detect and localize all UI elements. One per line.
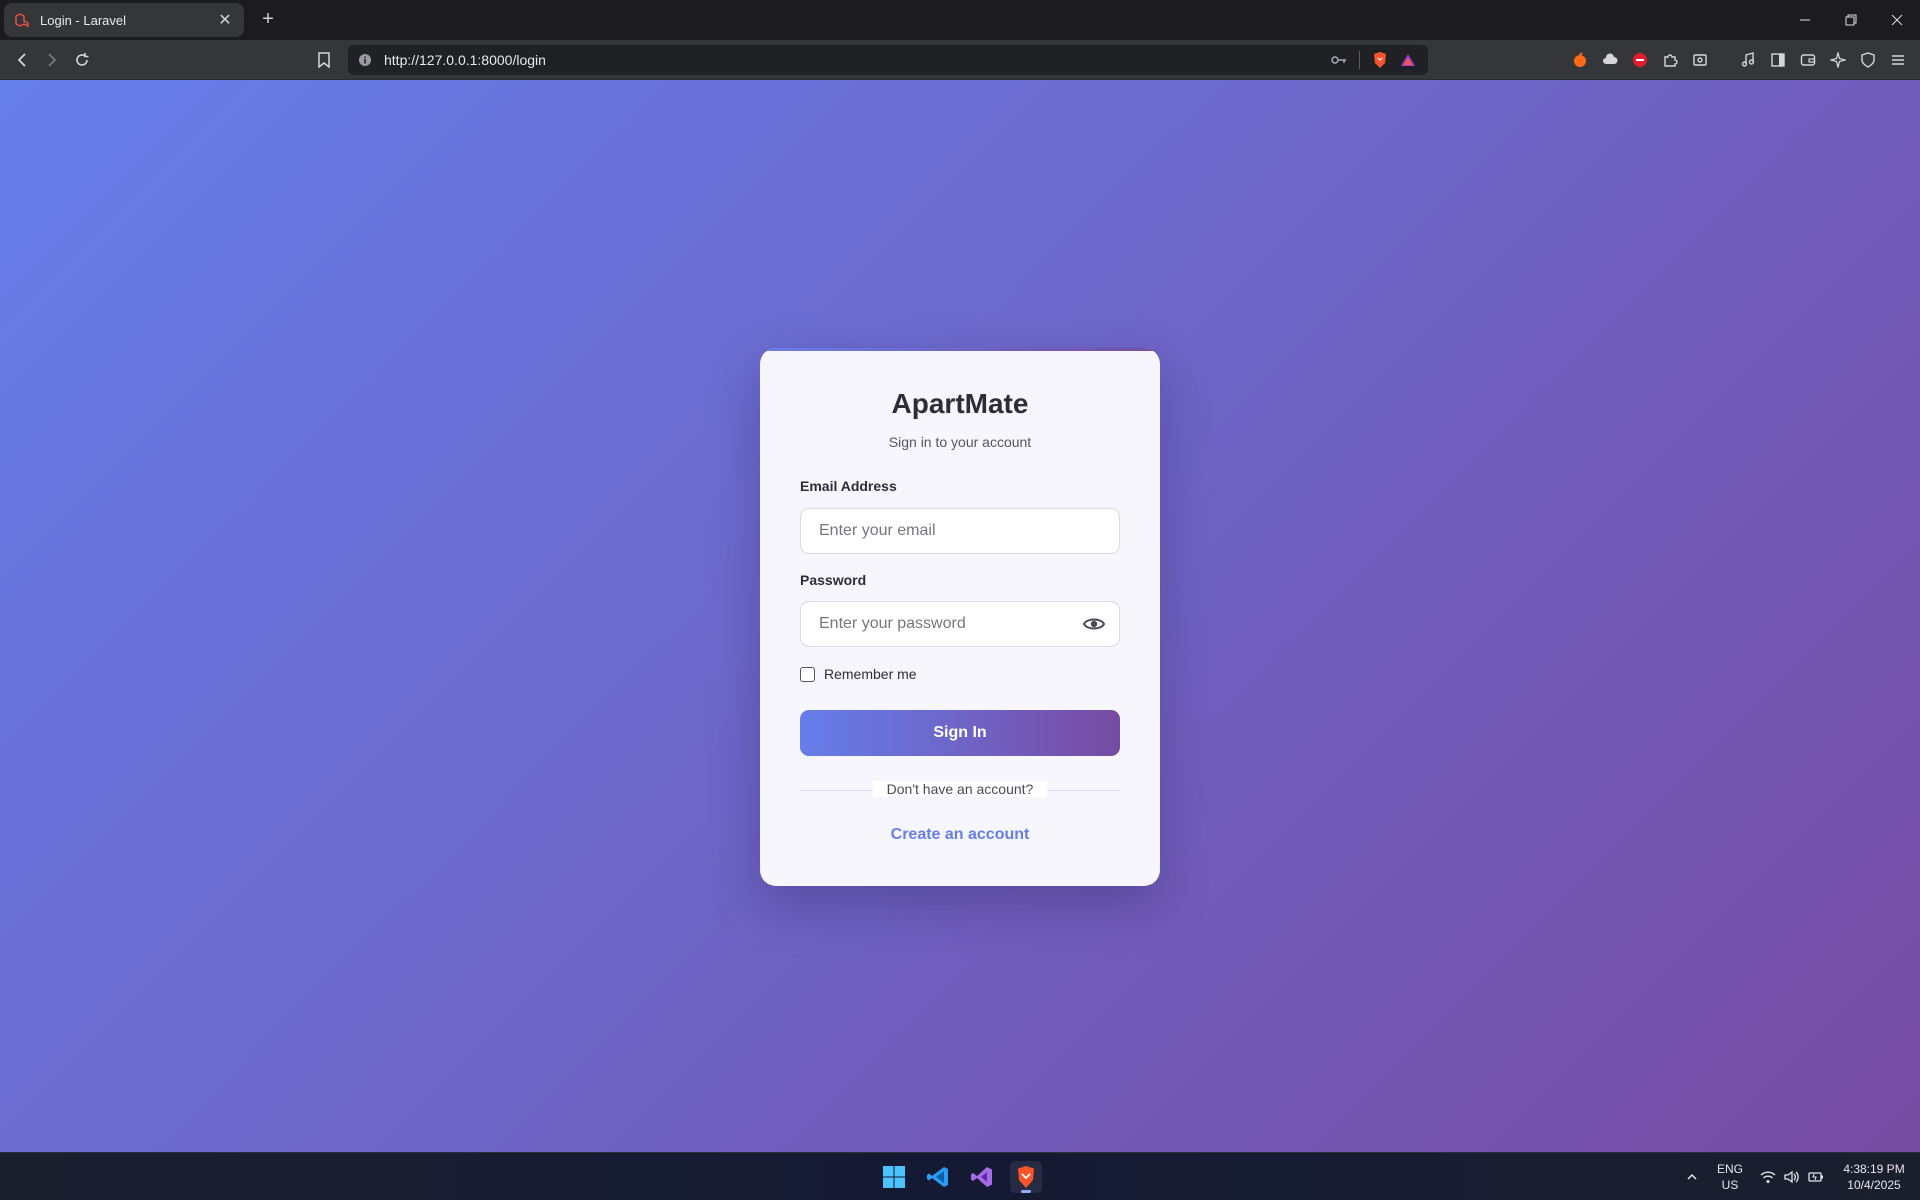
extensions-puzzle-icon[interactable] <box>1658 48 1682 72</box>
brave-rewards-icon[interactable] <box>1400 52 1416 68</box>
brave-shields-icon[interactable] <box>1372 51 1388 69</box>
clock-date: 10/4/2025 <box>1847 1178 1901 1192</box>
vscode-icon[interactable] <box>922 1161 954 1193</box>
create-account-link[interactable]: Create an account <box>760 826 1160 844</box>
back-icon[interactable] <box>10 48 34 72</box>
forward-icon[interactable] <box>40 48 64 72</box>
remember-label: Remember me <box>824 666 917 682</box>
language-indicator[interactable]: ENG US <box>1712 1161 1748 1193</box>
url-divider <box>1359 51 1360 69</box>
email-label: Email Address <box>800 478 897 494</box>
browser-tabstrip: Login - Laravel ✕ + <box>0 0 1920 40</box>
login-card: ApartMate Sign in to your account Email … <box>760 348 1160 886</box>
minimize-icon[interactable] <box>1782 0 1828 40</box>
menu-icon[interactable] <box>1886 48 1910 72</box>
adblock-icon[interactable] <box>1628 48 1652 72</box>
address-bar[interactable]: http://127.0.0.1:8000/login <box>348 45 1428 75</box>
extension-cloud-icon[interactable] <box>1598 48 1622 72</box>
language-secondary: US <box>1721 1178 1739 1192</box>
bookmark-icon[interactable] <box>312 48 336 72</box>
show-password-icon[interactable] <box>1082 612 1106 636</box>
page-subtitle: Sign in to your account <box>888 434 1032 450</box>
start-icon[interactable] <box>878 1161 910 1193</box>
restore-icon[interactable] <box>1828 0 1874 40</box>
clock-time: 4:38:19 PM <box>1843 1162 1905 1176</box>
browser-toolbar: http://127.0.0.1:8000/login <box>0 40 1920 80</box>
url-text: http://127.0.0.1:8000/login <box>384 52 546 68</box>
app-title: ApartMate <box>891 388 1029 419</box>
sign-in-button[interactable]: Sign In <box>800 710 1120 756</box>
wifi-icon[interactable] <box>1758 1167 1778 1187</box>
close-window-icon[interactable] <box>1874 0 1920 40</box>
vpn-icon[interactable] <box>1856 48 1880 72</box>
media-icon[interactable] <box>1736 48 1760 72</box>
brave-browser-icon[interactable] <box>1010 1161 1042 1193</box>
login-page: ApartMate Sign in to your account Email … <box>0 80 1920 1152</box>
password-field[interactable] <box>800 601 1120 647</box>
new-tab-icon[interactable]: + <box>256 8 280 32</box>
close-tab-icon[interactable]: ✕ <box>216 10 234 30</box>
key-icon[interactable] <box>1331 54 1347 66</box>
extension-orange-icon[interactable] <box>1568 48 1592 72</box>
tab-title: Login - Laravel <box>40 12 126 28</box>
no-account-text: Don't have an account? <box>760 781 1160 797</box>
volume-icon[interactable] <box>1782 1167 1802 1187</box>
windows-taskbar: ENG US 4:38:19 PM 10/4/2025 <box>0 1152 1920 1200</box>
site-info-icon[interactable] <box>358 53 372 67</box>
password-label: Password <box>800 572 867 588</box>
sidebar-icon[interactable] <box>1766 48 1790 72</box>
leo-ai-icon[interactable] <box>1826 48 1850 72</box>
language-primary: ENG <box>1716 1162 1743 1176</box>
clock[interactable]: 4:38:19 PM 10/4/2025 <box>1834 1161 1914 1193</box>
battery-icon[interactable] <box>1806 1167 1826 1187</box>
show-hidden-icons-icon[interactable] <box>1682 1167 1702 1187</box>
wallet-icon[interactable] <box>1796 48 1820 72</box>
remember-me[interactable]: Remember me <box>800 666 917 682</box>
screenshot-icon[interactable] <box>1688 48 1712 72</box>
browser-tab[interactable]: Login - Laravel ✕ <box>4 3 244 37</box>
visual-studio-icon[interactable] <box>966 1161 998 1193</box>
email-field[interactable] <box>800 508 1120 554</box>
laravel-icon <box>15 13 29 28</box>
remember-checkbox[interactable] <box>800 666 815 682</box>
reload-icon[interactable] <box>70 48 94 72</box>
card-accent-bar <box>760 348 1160 351</box>
